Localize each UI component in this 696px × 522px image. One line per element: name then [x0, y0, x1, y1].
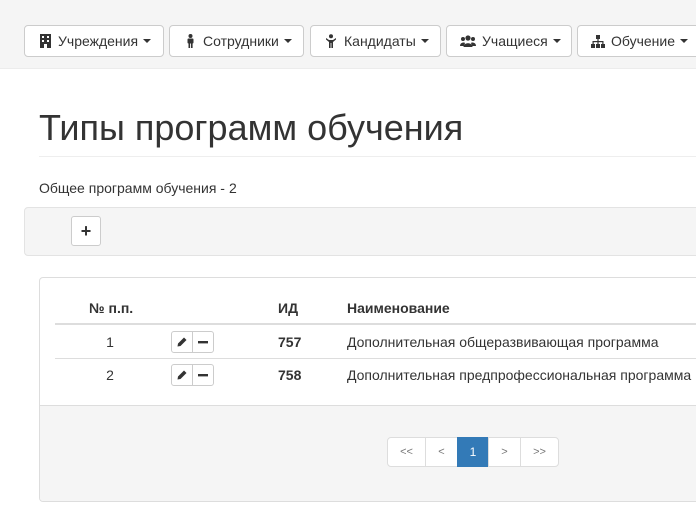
nav-candidates-label: Кандидаты	[344, 33, 416, 49]
pencil-icon	[177, 337, 187, 347]
table-row: 1 757 Дополнительная общеразвивающая про…	[55, 325, 696, 358]
pencil-icon	[177, 370, 187, 380]
row-actions	[171, 331, 214, 353]
plus-icon: +	[80, 221, 92, 241]
sitemap-icon	[591, 34, 605, 48]
row-id: 758	[278, 367, 302, 383]
title-divider	[39, 156, 696, 157]
row-id: 757	[278, 334, 302, 350]
row-name: Дополнительная предпрофессиональная прог…	[347, 367, 692, 383]
column-header-number: № п.п.	[89, 300, 134, 316]
delete-button[interactable]	[192, 331, 214, 353]
pagination-current-page[interactable]: 1	[457, 437, 489, 467]
edit-button[interactable]	[171, 364, 193, 386]
pagination-prev-button[interactable]: <	[425, 437, 458, 467]
column-header-name: Наименование	[347, 300, 450, 316]
table-footer: << < 1 > >>	[40, 405, 696, 501]
total-count-label: Общее программ обучения -	[39, 180, 225, 196]
add-button[interactable]: +	[71, 216, 101, 246]
nav-training-button[interactable]: Обучение	[577, 25, 696, 57]
edit-button[interactable]	[171, 331, 193, 353]
person-icon	[183, 34, 197, 48]
table-row: 2 758 Дополнительная предпрофессиональна…	[55, 358, 696, 391]
minus-icon	[198, 340, 208, 344]
row-number: 1	[106, 334, 114, 350]
pagination-first-button[interactable]: <<	[387, 437, 426, 467]
total-count-summary: Общее программ обучения -2	[39, 180, 237, 196]
chevron-down-icon	[420, 39, 429, 43]
nav-training-label: Обучение	[611, 33, 676, 49]
nav-students-label: Учащиеся	[482, 33, 548, 49]
total-count-value: 2	[228, 180, 237, 196]
delete-button[interactable]	[192, 364, 214, 386]
row-actions	[171, 364, 214, 386]
nav-students-button[interactable]: Учащиеся	[446, 25, 572, 57]
nav-candidates-button[interactable]: Кандидаты	[310, 25, 441, 57]
pagination-last-button[interactable]: >>	[520, 437, 559, 467]
pagination: << < 1 > >>	[387, 437, 559, 467]
chevron-down-icon	[283, 39, 292, 43]
row-number: 2	[106, 367, 114, 383]
nav-institutions-label: Учреждения	[58, 33, 139, 49]
nav-employees-label: Сотрудники	[203, 33, 279, 49]
chevron-down-icon	[143, 39, 152, 43]
pagination-next-button[interactable]: >	[488, 437, 521, 467]
minus-icon	[198, 373, 208, 377]
child-icon	[324, 34, 338, 48]
toolbar: +	[24, 207, 696, 256]
building-icon	[38, 34, 52, 48]
chevron-down-icon	[552, 39, 561, 43]
users-icon	[460, 35, 476, 47]
top-navbar: Учреждения Сотрудники Кандидаты Учащиеся…	[0, 0, 696, 69]
row-name: Дополнительная общеразвивающая программа	[347, 334, 659, 350]
programs-table-panel: № п.п. ИД Наименование 1 757 Дополнитель…	[39, 277, 696, 502]
chevron-down-icon	[680, 39, 689, 43]
nav-employees-button[interactable]: Сотрудники	[169, 25, 304, 57]
column-header-id: ИД	[278, 300, 299, 316]
nav-institutions-button[interactable]: Учреждения	[24, 25, 164, 57]
page-title: Типы программ обучения	[39, 107, 464, 148]
